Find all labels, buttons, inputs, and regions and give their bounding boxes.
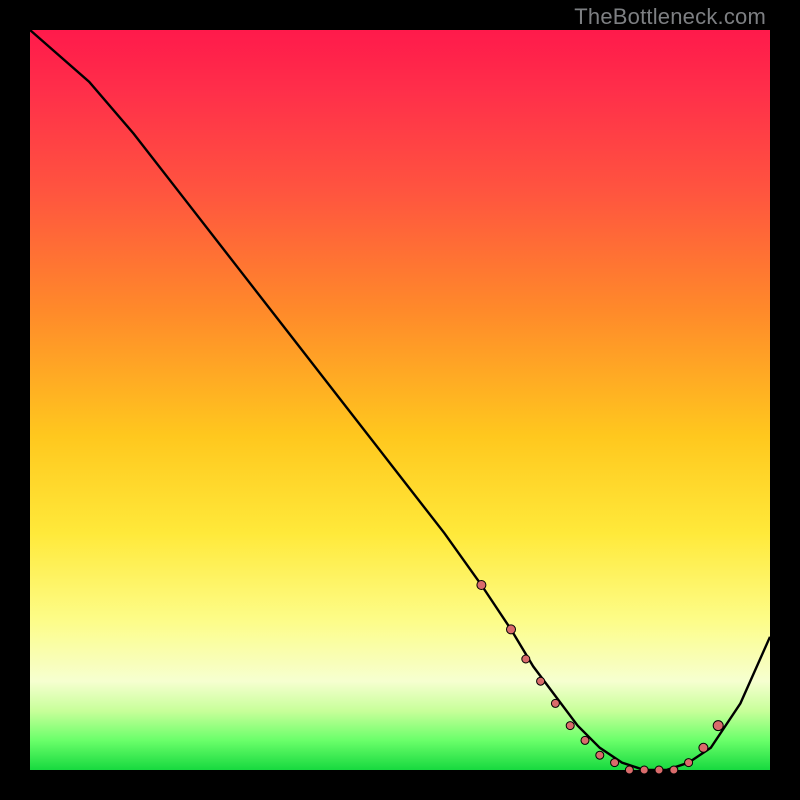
bottleneck-curve bbox=[30, 30, 770, 770]
curve-marker bbox=[699, 743, 708, 752]
curve-marker bbox=[581, 736, 589, 744]
curve-marker bbox=[655, 766, 663, 774]
chart-frame: TheBottleneck.com bbox=[0, 0, 800, 800]
curve-marker bbox=[713, 721, 723, 731]
curve-marker bbox=[670, 766, 678, 774]
curve-marker bbox=[625, 766, 633, 774]
curve-marker bbox=[640, 766, 648, 774]
curve-marker bbox=[596, 751, 604, 759]
curve-marker bbox=[611, 759, 619, 767]
curve-marker bbox=[537, 677, 545, 685]
curve-marker bbox=[507, 625, 516, 634]
curve-marker bbox=[566, 722, 574, 730]
curve-marker bbox=[685, 759, 693, 767]
curve-markers bbox=[477, 581, 723, 775]
curve-marker bbox=[551, 699, 559, 707]
chart-overlay bbox=[30, 30, 770, 770]
curve-marker bbox=[477, 581, 486, 590]
curve-marker bbox=[522, 655, 530, 663]
watermark-text: TheBottleneck.com bbox=[574, 4, 766, 30]
curve-group bbox=[30, 30, 770, 774]
